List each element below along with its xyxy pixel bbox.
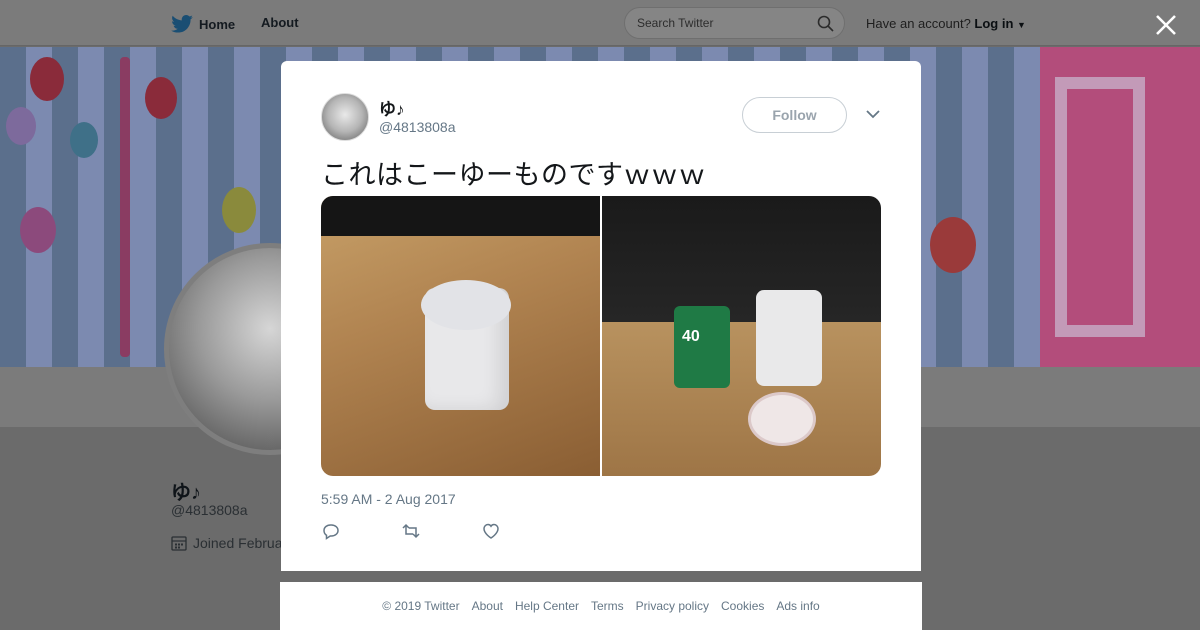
profile-name: ゆ♪ — [171, 482, 201, 504]
account-prompt-text: Have an account? — [866, 16, 971, 31]
nav-home[interactable]: Home — [171, 15, 235, 33]
tweet-photo-2[interactable]: 40 — [602, 196, 881, 476]
twitter-bird-icon — [171, 15, 193, 33]
profile-joined: Joined Februa — [171, 535, 283, 551]
chevron-down-icon[interactable] — [865, 108, 881, 120]
top-navigation-bar: Home About Search Twitter Have an accoun… — [0, 0, 1200, 46]
account-prompt: Have an account? Log in ▼ — [866, 16, 1026, 31]
footer-link-about[interactable]: About — [472, 599, 503, 613]
footer-links: © 2019 Twitter About Help Center Terms P… — [280, 582, 922, 630]
footer-link-terms[interactable]: Terms — [591, 599, 624, 613]
search-input[interactable]: Search Twitter — [624, 7, 845, 39]
tweet-photo-1[interactable] — [321, 196, 600, 476]
tweet-modal: ゆ♪ @4813808a Follow これはこーゆーものですｗｗｗ 40 5:… — [281, 61, 921, 571]
calendar-icon — [171, 536, 187, 551]
footer-link-cookies[interactable]: Cookies — [721, 599, 764, 613]
nav-home-label: Home — [199, 16, 236, 32]
follow-button[interactable]: Follow — [742, 97, 847, 133]
retweet-icon[interactable] — [401, 522, 421, 540]
film-label: 40 — [682, 328, 700, 345]
tweet-text: これはこーゆーものですｗｗｗ — [321, 160, 706, 191]
footer-link-help-center[interactable]: Help Center — [515, 599, 579, 613]
profile-joined-text: Joined Februa — [193, 535, 283, 551]
search-icon[interactable] — [817, 15, 834, 32]
tweet-timestamp[interactable]: 5:59 AM - 2 Aug 2017 — [321, 491, 456, 507]
search-placeholder: Search Twitter — [637, 16, 714, 30]
footer-link-ads-info[interactable]: Ads info — [776, 599, 819, 613]
footer-link-privacy[interactable]: Privacy policy — [636, 599, 709, 613]
footer-copyright: © 2019 Twitter — [382, 599, 460, 613]
author-name[interactable]: ゆ♪ — [379, 95, 405, 120]
login-link[interactable]: Log in — [974, 16, 1013, 31]
nav-about[interactable]: About — [261, 15, 299, 30]
tweet-actions — [321, 522, 501, 540]
reply-icon[interactable] — [321, 522, 341, 540]
like-icon[interactable] — [481, 522, 501, 540]
author-avatar[interactable] — [321, 93, 369, 141]
author-handle[interactable]: @4813808a — [379, 119, 456, 135]
profile-handle: @4813808a — [171, 502, 248, 518]
tweet-media: 40 — [321, 196, 881, 476]
close-icon[interactable] — [1153, 12, 1179, 38]
caret-down-icon[interactable]: ▼ — [1017, 20, 1026, 30]
